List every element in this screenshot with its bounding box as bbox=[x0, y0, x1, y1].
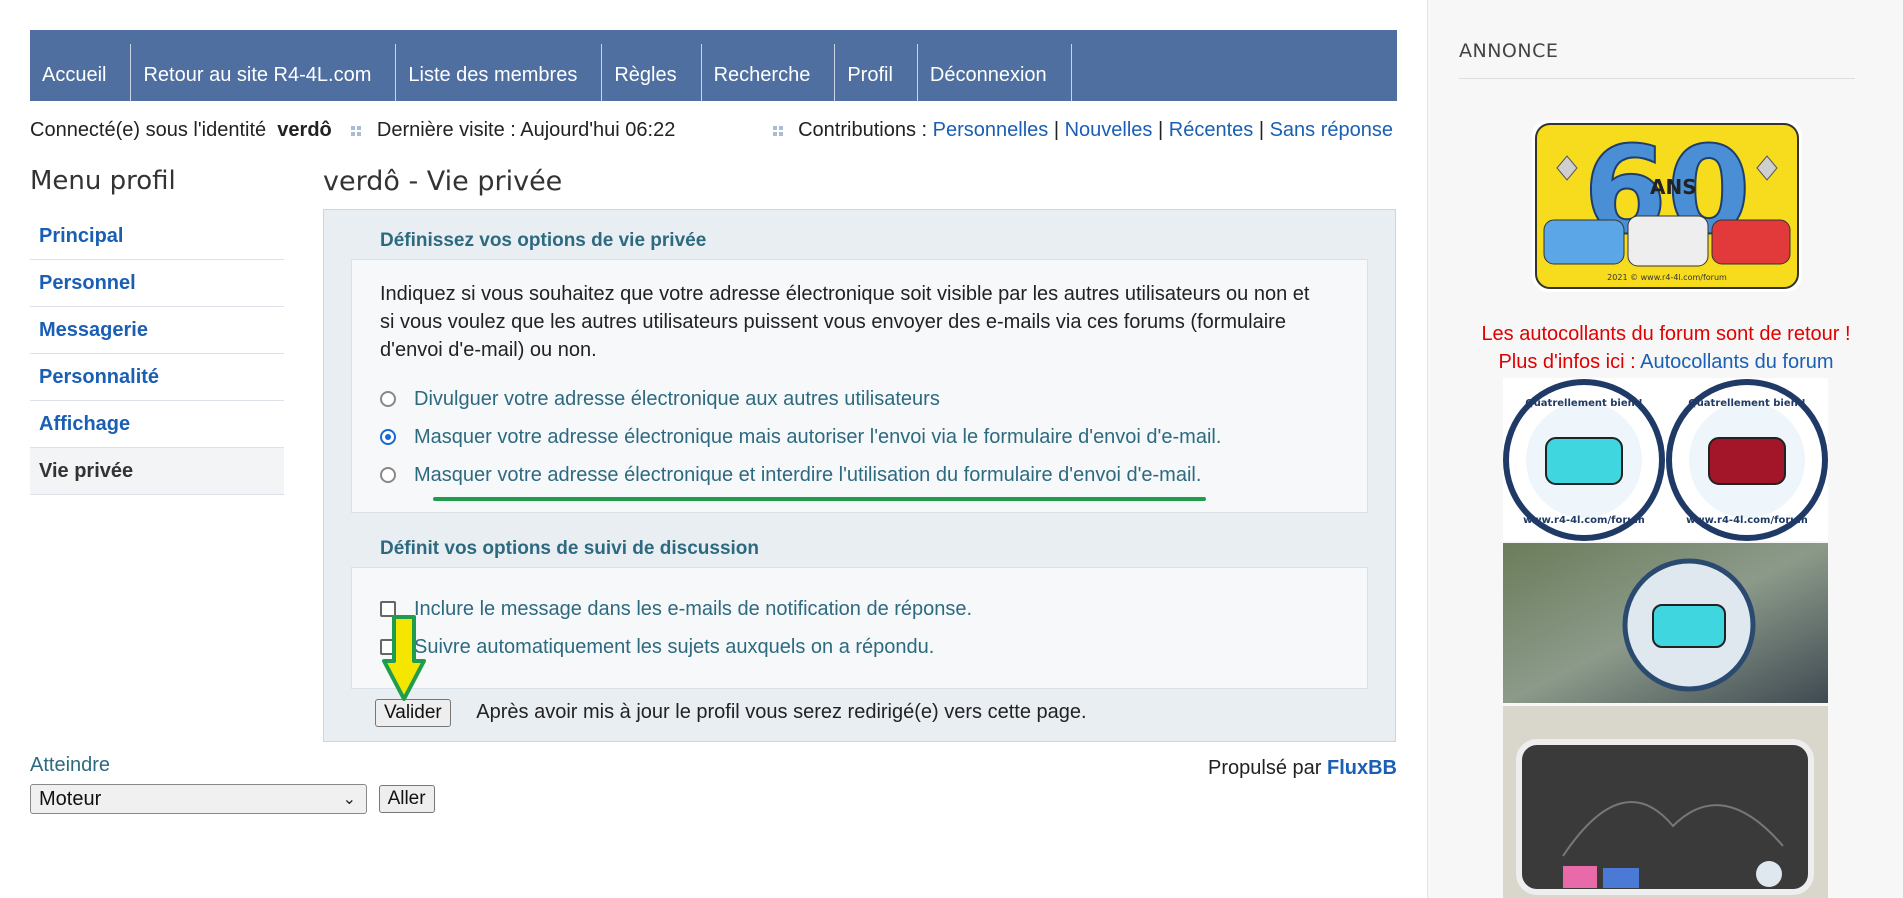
link-recentes[interactable]: Récentes bbox=[1169, 119, 1254, 141]
powered-prefix: Propulsé par bbox=[1208, 757, 1322, 779]
submit-row: Valider Après avoir mis à jour le profil… bbox=[375, 699, 1087, 727]
privacy-intro: Indiquez si vous souhaitez que votre adr… bbox=[380, 283, 1310, 361]
round-stickers-image[interactable]: Quatrellement bien ! www.r4-4l.com/forum… bbox=[1503, 378, 1828, 541]
separator: | bbox=[1053, 119, 1060, 141]
promo-link[interactable]: Autocollants du forum bbox=[1640, 351, 1833, 373]
car-cyan-icon bbox=[1652, 604, 1726, 648]
menu-item-messagerie[interactable]: Messagerie bbox=[30, 307, 284, 354]
page-title: verdô - Vie privée bbox=[323, 166, 563, 197]
menu-item-personnalite[interactable]: Personnalité bbox=[30, 354, 284, 401]
goto-row: Moteur ⌄ Aller bbox=[30, 784, 435, 814]
nav-accueil[interactable]: Accueil bbox=[30, 44, 132, 101]
subscription-legend: Définit vos options de suivi de discussi… bbox=[380, 538, 760, 559]
privacy-form: Définissez vos options de vie privée Ind… bbox=[323, 209, 1396, 742]
select-value: Moteur bbox=[39, 788, 102, 810]
radio-button[interactable] bbox=[380, 467, 396, 483]
sidebar-title: ANNONCE bbox=[1459, 40, 1855, 79]
promo-line-1: Les autocollants du forum sont de retour… bbox=[1481, 323, 1851, 345]
nav-recherche[interactable]: Recherche bbox=[702, 44, 836, 101]
sticker-60-graphic: 60 ANS 2021 © www.r4-4l.com/forum bbox=[1535, 121, 1799, 289]
goto-label: Atteindre bbox=[30, 754, 111, 776]
menu-item-vie-privee[interactable]: Vie privée bbox=[30, 448, 284, 495]
radio-button-selected[interactable] bbox=[380, 429, 396, 445]
subscription-fieldset: Inclure le message dans les e-mails de n… bbox=[351, 567, 1368, 689]
submit-button[interactable]: Valider bbox=[375, 699, 451, 727]
nav-deconnexion[interactable]: Déconnexion bbox=[918, 44, 1072, 101]
radio-button[interactable] bbox=[380, 391, 396, 407]
sticker-window-photo[interactable] bbox=[1503, 543, 1828, 703]
option-label: Masquer votre adresse électronique et in… bbox=[414, 464, 1202, 486]
option-auto-subscribe[interactable]: Suivre automatiquement les sujets auxque… bbox=[380, 636, 934, 659]
username: verdô bbox=[277, 119, 332, 141]
menu-item-principal[interactable]: Principal bbox=[30, 213, 284, 260]
option-hide-email-allow-form[interactable]: Masquer votre adresse électronique mais … bbox=[380, 426, 1221, 449]
promo-line-2: Plus d'infos ici : Autocollants du forum bbox=[1428, 351, 1903, 374]
sticker-slogan: Quatrellement bien ! bbox=[1688, 398, 1806, 409]
nav-profil[interactable]: Profil bbox=[835, 44, 918, 101]
sticker-site: www.r4-4l.com/forum bbox=[1523, 515, 1645, 526]
option-show-email[interactable]: Divulguer votre adresse électronique aux… bbox=[380, 388, 940, 411]
status-bar: Connecté(e) sous l'identité verdô Derniè… bbox=[30, 119, 1397, 143]
sticker-slogan: Quatrellement bien ! bbox=[1525, 398, 1643, 409]
goto-button[interactable]: Aller bbox=[378, 785, 435, 813]
car-cyan-icon bbox=[1545, 437, 1623, 485]
last-visit: Dernière visite : Aujourd'hui 06:22 bbox=[376, 119, 676, 141]
contributions-label: Contributions : bbox=[798, 119, 928, 141]
bullet-icon bbox=[772, 125, 783, 136]
option-label: Inclure le message dans les e-mails de n… bbox=[414, 598, 973, 620]
menu-item-personnel[interactable]: Personnel bbox=[30, 260, 284, 307]
profile-menu: Principal Personnel Messagerie Personnal… bbox=[30, 213, 284, 495]
nav-regles[interactable]: Règles bbox=[602, 44, 702, 101]
submit-note: Après avoir mis à jour le profil vous se… bbox=[476, 701, 1087, 723]
option-hide-email-deny-form[interactable]: Masquer votre adresse électronique et in… bbox=[380, 464, 1201, 487]
fluxbb-link[interactable]: FluxBB bbox=[1327, 757, 1397, 779]
privacy-legend: Définissez vos options de vie privée bbox=[380, 230, 707, 251]
option-include-message[interactable]: Inclure le message dans les e-mails de n… bbox=[380, 598, 972, 621]
logged-in-label: Connecté(e) sous l'identité bbox=[30, 119, 267, 141]
chevron-down-icon: ⌄ bbox=[342, 791, 356, 808]
option-label: Masquer votre adresse électronique mais … bbox=[414, 426, 1222, 448]
link-personnelles[interactable]: Personnelles bbox=[933, 119, 1049, 141]
sticker-url: 2021 © www.r4-4l.com/forum bbox=[1607, 273, 1727, 282]
sidebar: ANNONCE 60 ANS 2021 © www.r4-4l.com/foru… bbox=[1427, 0, 1903, 898]
promo-prefix: Plus d'infos ici : bbox=[1498, 351, 1636, 373]
separator: | bbox=[1258, 119, 1265, 141]
car-blue-icon bbox=[1543, 219, 1625, 265]
nav-retour-site[interactable]: Retour au site R4-4L.com bbox=[131, 44, 397, 101]
anniversary-sticker-image[interactable]: 60 ANS 2021 © www.r4-4l.com/forum bbox=[1532, 120, 1802, 292]
bullet-icon bbox=[351, 125, 362, 136]
main-nav: Accueil Retour au site R4-4L.com Liste d… bbox=[30, 30, 1397, 101]
link-sans-reponse[interactable]: Sans réponse bbox=[1270, 119, 1393, 141]
powered-by: Propulsé par FluxBB bbox=[1208, 757, 1397, 780]
car-maroon-icon bbox=[1708, 437, 1786, 485]
nav-liste-membres[interactable]: Liste des membres bbox=[396, 44, 603, 101]
car-red-icon bbox=[1711, 219, 1791, 265]
option-label: Suivre automatiquement les sujets auxque… bbox=[414, 636, 935, 658]
menu-item-affichage[interactable]: Affichage bbox=[30, 401, 284, 448]
sticker-ans-text: ANS bbox=[1650, 175, 1697, 199]
privacy-fieldset: Indiquez si vous souhaitez que votre adr… bbox=[351, 259, 1368, 513]
forum-select[interactable]: Moteur ⌄ bbox=[30, 784, 367, 814]
separator: | bbox=[1157, 119, 1164, 141]
menu-title: Menu profil bbox=[30, 166, 176, 196]
link-nouvelles[interactable]: Nouvelles bbox=[1065, 119, 1153, 141]
annotation-arrow-icon bbox=[382, 615, 426, 701]
car-rear-photo[interactable] bbox=[1503, 706, 1828, 898]
sticker-site: www.r4-4l.com/forum bbox=[1686, 515, 1808, 526]
car-white-icon bbox=[1627, 215, 1709, 267]
option-label: Divulguer votre adresse électronique aux… bbox=[414, 388, 940, 410]
highlight-underline bbox=[433, 497, 1206, 501]
